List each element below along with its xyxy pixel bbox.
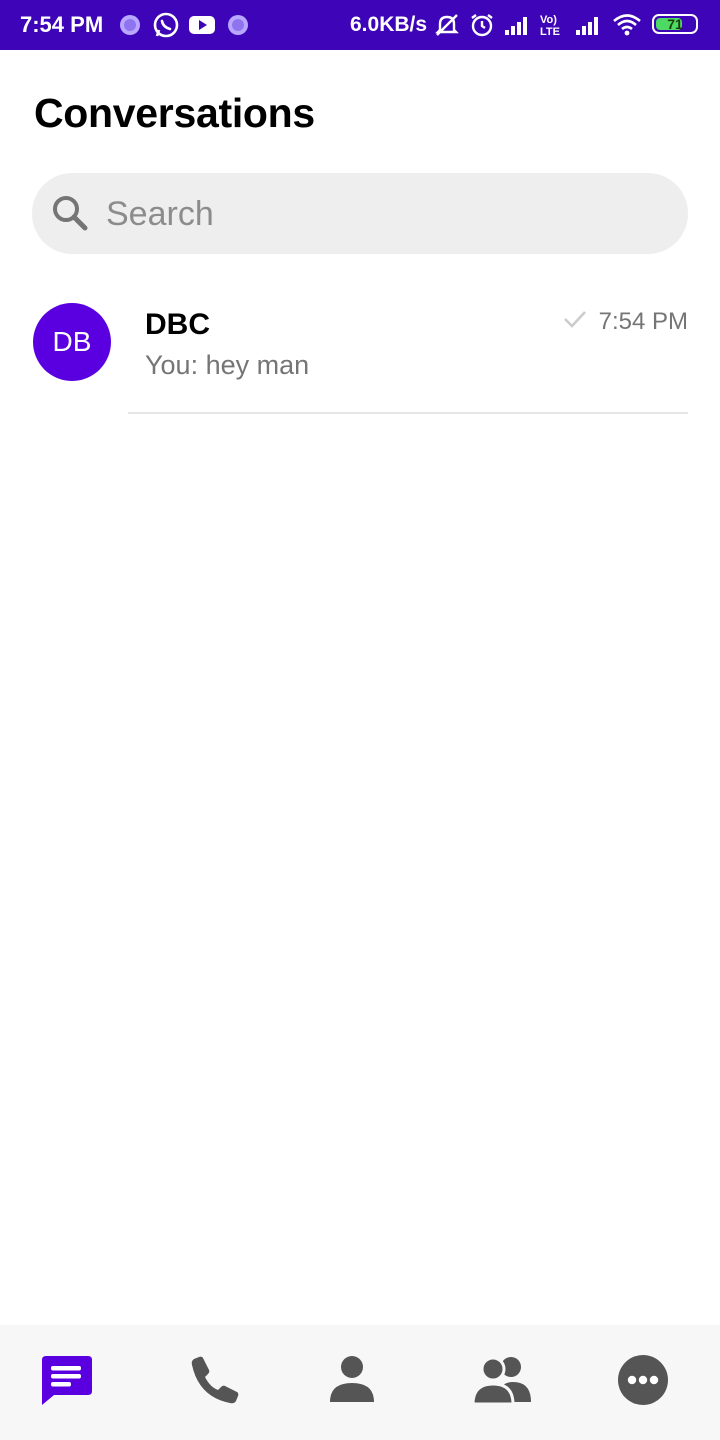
bottom-nav [0, 1325, 720, 1440]
divider [128, 412, 688, 414]
generic-app-icon [228, 15, 248, 35]
conversation-preview: You: hey man [145, 350, 310, 380]
network-speed: 6.0KB/s [350, 13, 428, 36]
nav-groups[interactable] [463, 1345, 543, 1415]
youtube-icon [189, 16, 215, 34]
nav-messages[interactable] [27, 1345, 107, 1415]
nav-calls[interactable] [175, 1345, 255, 1415]
whatsapp-icon [153, 12, 179, 38]
svg-text:LTE: LTE [540, 26, 560, 38]
nav-contacts[interactable] [312, 1345, 392, 1415]
alarm-icon [471, 14, 493, 37]
conversation-item[interactable]: DB DBC You: hey man 7:54 PM [0, 290, 720, 414]
status-bar: 7:54 PM 6.0KB/s Vo) LTE 71 [0, 0, 720, 50]
signal-icon [576, 17, 598, 35]
conversation-time: 7:54 PM [598, 308, 688, 335]
messages-icon [42, 1356, 92, 1405]
status-time: 7:54 PM [20, 12, 104, 37]
wifi-icon [613, 14, 641, 36]
conversation-name: DBC [145, 308, 210, 341]
group-icon [471, 1356, 531, 1406]
search-icon [53, 196, 88, 231]
signal-icon [505, 17, 527, 35]
page-title: Conversations [34, 90, 315, 136]
phone-icon [191, 1356, 239, 1404]
mute-icon [435, 14, 459, 36]
svg-text:Vo): Vo) [540, 14, 557, 26]
avatar[interactable]: DB [33, 303, 111, 381]
search-bar[interactable] [32, 173, 688, 254]
check-icon [564, 311, 586, 328]
more-icon [618, 1355, 668, 1405]
generic-app-icon [120, 15, 140, 35]
nav-more[interactable] [603, 1345, 683, 1415]
volte-icon: Vo) LTE [540, 14, 560, 38]
search-input[interactable] [106, 191, 666, 237]
battery-icon: 71 [652, 14, 698, 34]
battery-level: 71 [667, 16, 683, 32]
contact-icon [330, 1356, 374, 1402]
